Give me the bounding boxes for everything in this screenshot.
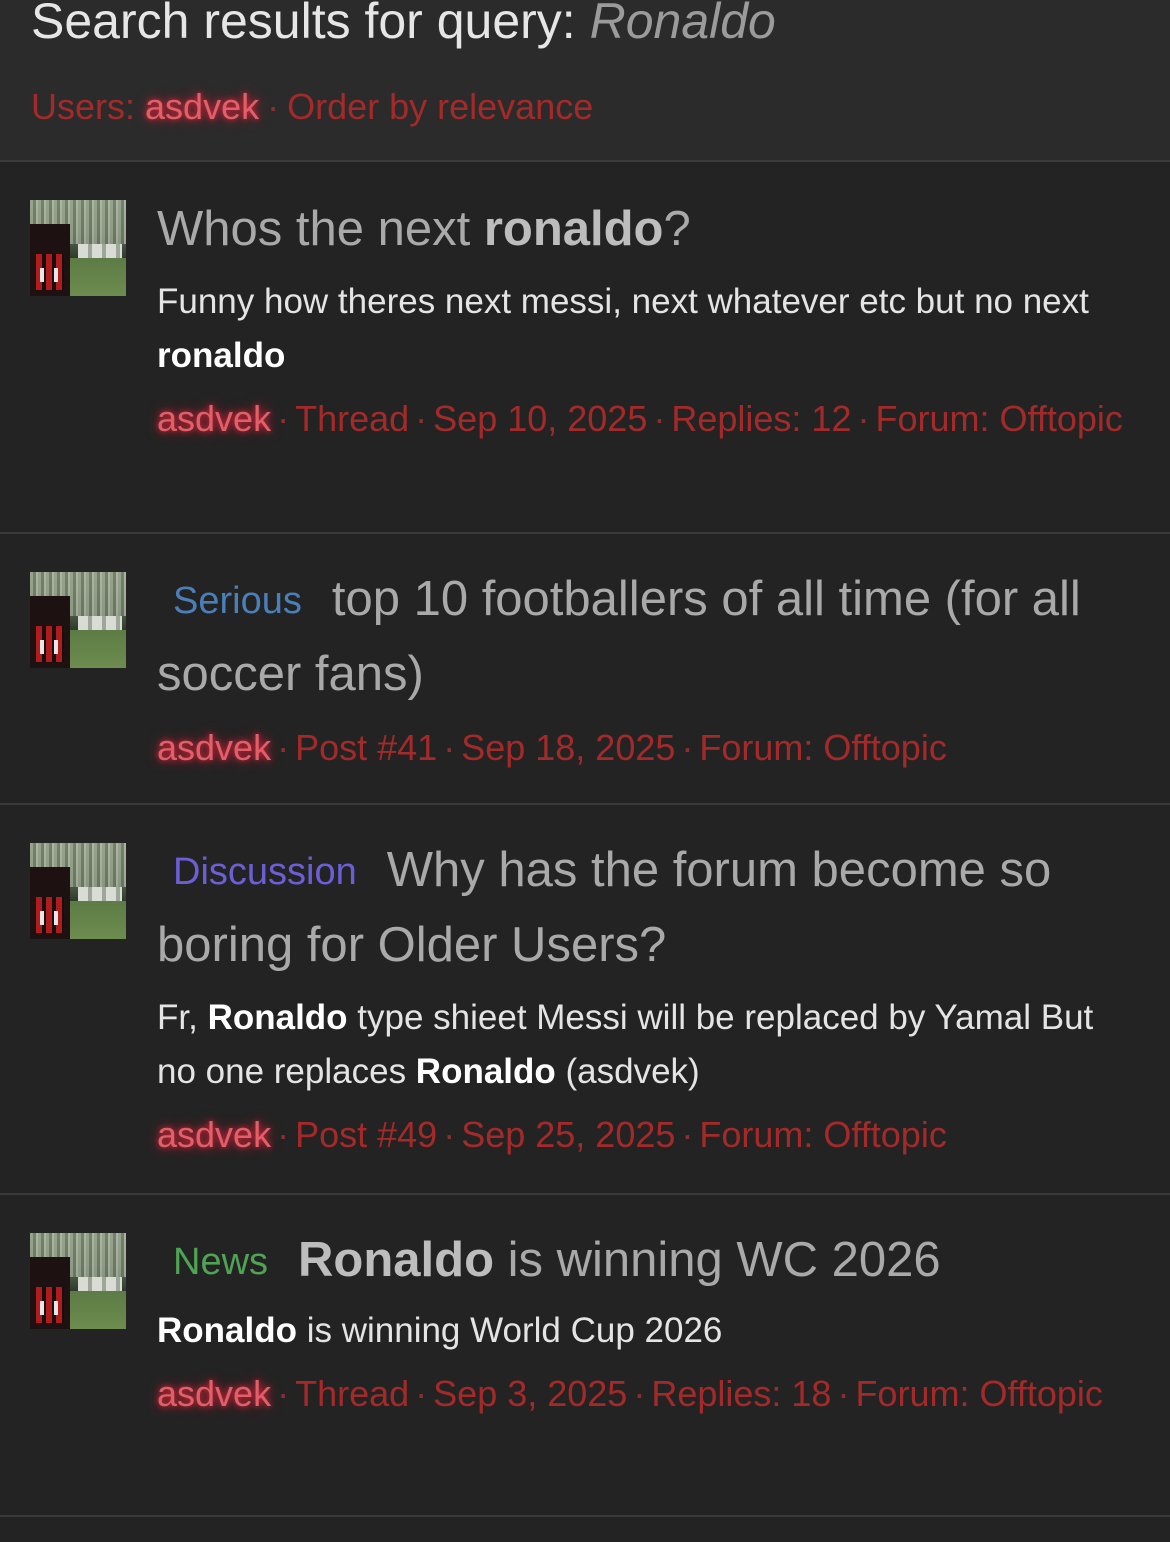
snippet-highlight: Ronaldo [415, 1052, 556, 1091]
page-title: Search results for query: Ronaldo [31, 0, 776, 50]
result-date: Sep 3, 2025 [433, 1373, 628, 1414]
search-result: Whos the next ronaldo? Funny how theres … [0, 162, 1170, 534]
result-meta: asdvek · Thread · Sep 10, 2025 · Replies: 12 · F… [157, 398, 1123, 439]
title-prefix: Search results for query: [31, 0, 576, 49]
result-type[interactable]: Post #49 [295, 1114, 437, 1155]
search-result: News Ronaldo is winning WC 2026 Ronaldo i… [0, 1195, 1170, 1517]
forum-label: Forum: [699, 727, 814, 768]
prefix-tag-discussion[interactable]: Discussion [173, 851, 357, 893]
result-meta: asdvek · Thread · Sep 3, 2025 · Replies: 18 · Fo… [157, 1373, 1103, 1414]
search-header: Search results for query: Ronaldo Users:… [0, 0, 1170, 162]
author-link[interactable]: asdvek [157, 1114, 271, 1155]
result-date: Sep 10, 2025 [433, 398, 648, 439]
result-date: Sep 25, 2025 [461, 1114, 676, 1155]
result-type: Thread [295, 398, 410, 439]
result-title-link[interactable]: News Ronaldo is winning WC 2026 [157, 1225, 1140, 1300]
result-snippet: Ronaldo is winning World Cup 2026 [157, 1311, 723, 1350]
reply-count: Replies: 12 [671, 398, 852, 439]
reply-count: Replies: 18 [651, 1373, 832, 1414]
forum-link[interactable]: Offtopic [823, 1114, 946, 1155]
result-type[interactable]: Post #41 [295, 727, 437, 768]
forum-label: Forum: [875, 398, 990, 439]
prefix-tag-news[interactable]: News [173, 1241, 268, 1283]
search-filters: Users: asdvek · Order by relevance [31, 86, 593, 128]
result-snippet: Fr, Ronaldo type shieet Messi will be re… [157, 998, 1094, 1091]
author-link[interactable]: asdvek [157, 727, 271, 768]
snippet-highlight: ronaldo [157, 336, 286, 375]
avatar[interactable] [30, 843, 126, 939]
snippet-highlight: Ronaldo [157, 1311, 297, 1350]
result-title-link[interactable]: Whos the next ronaldo? [157, 194, 1140, 265]
forum-label: Forum: [855, 1373, 970, 1414]
forum-link[interactable]: Offtopic [979, 1373, 1102, 1414]
title-highlight: ronaldo [483, 202, 664, 256]
title-text: Whos the next [157, 202, 484, 256]
search-result: Serious top 10 footballers of all time (f… [0, 534, 1170, 805]
user-filter-link[interactable]: asdvek [145, 86, 259, 127]
prefix-tag-serious[interactable]: Serious [173, 580, 302, 622]
search-result: Discussion Why has the forum become so bo… [0, 805, 1170, 1195]
search-query: Ronaldo [589, 0, 776, 49]
title-highlight: Ronaldo [298, 1233, 495, 1287]
author-link[interactable]: asdvek [157, 398, 271, 439]
result-type: Thread [295, 1373, 410, 1414]
avatar[interactable] [30, 1233, 126, 1329]
forum-link[interactable]: Offtopic [1000, 398, 1123, 439]
forum-label: Forum: [699, 1114, 814, 1155]
avatar[interactable] [30, 200, 126, 296]
result-meta: asdvek · Post #49 · Sep 25, 2025 · Forum: Offt… [157, 1114, 947, 1155]
title-text-end: ? [663, 202, 691, 256]
result-title-link[interactable]: Discussion Why has the forum become so bo… [157, 835, 1140, 981]
order-by-link[interactable]: Order by relevance [287, 86, 593, 127]
result-snippet: Funny how theres next messi, next whatev… [157, 282, 1089, 375]
separator: · [267, 86, 280, 127]
result-date: Sep 18, 2025 [461, 727, 676, 768]
result-title-link[interactable]: Serious top 10 footballers of all time (f… [157, 564, 1140, 710]
result-meta: asdvek · Post #41 · Sep 18, 2025 · Forum: Offt… [157, 727, 947, 768]
avatar[interactable] [30, 572, 126, 668]
author-link[interactable]: asdvek [157, 1373, 271, 1414]
users-label: Users: [31, 86, 136, 127]
snippet-highlight: Ronaldo [207, 998, 348, 1037]
title-text: is winning WC 2026 [494, 1233, 941, 1287]
forum-link[interactable]: Offtopic [823, 727, 946, 768]
